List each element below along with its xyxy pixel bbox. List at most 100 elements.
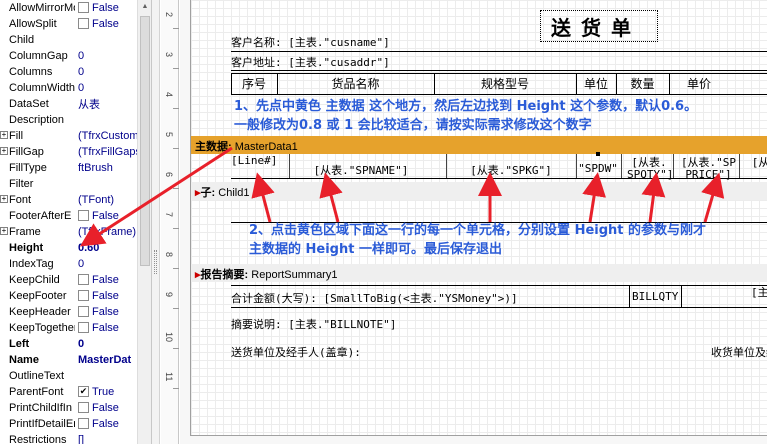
billqty-field[interactable]: BILLQTY [632,290,678,303]
property-name: AllowSplit [9,18,57,30]
property-row-left[interactable]: Left 0 [0,336,136,352]
property-value[interactable]: MasterDat [78,354,138,366]
property-row-height[interactable]: Height 0.60 [0,240,136,256]
property-row-allowsplit[interactable]: AllowSplit False [0,16,136,32]
property-row-description[interactable]: Description [0,112,136,128]
property-row-columnwidth[interactable]: ColumnWidth 0 [0,80,136,96]
property-checkbox[interactable] [78,274,89,285]
expand-icon[interactable]: + [0,195,8,203]
property-row-font[interactable]: + Font (TFont) [0,192,136,208]
master-data-band[interactable]: 主数据: MasterData1 [191,136,767,154]
design-canvas[interactable]: 送货单 客户名称: [主表."cusname"] 客户地址: [主表."cusa… [180,0,767,444]
property-checkbox[interactable] [78,290,89,301]
property-value[interactable]: (TfrxCustom [78,130,138,142]
property-row-columns[interactable]: Columns 0 [0,64,136,80]
property-value[interactable]: ftBrush [78,162,138,174]
property-value[interactable]: [] [78,434,138,444]
header-product-name[interactable]: 货品名称 [277,74,434,94]
property-value[interactable]: False [92,290,119,302]
cell-spkg[interactable]: [从表."SPKG"] [451,162,571,178]
property-row-keepchild[interactable]: KeepChild False [0,272,136,288]
scroll-up-icon[interactable]: ▲ [138,0,151,14]
panel-splitter[interactable] [152,0,160,444]
property-row-printifdetailer[interactable]: PrintIfDetailEr False [0,416,136,432]
property-checkbox[interactable] [78,306,89,317]
property-checkbox[interactable] [78,418,89,429]
customer-addr-field[interactable]: 客户地址: [主表."cusaddr"] [231,54,390,70]
property-row-printchildifin[interactable]: PrintChildIfIn False [0,400,136,416]
expand-icon[interactable]: + [0,131,8,139]
header-qty[interactable]: 数量 [616,74,669,94]
child-band[interactable]: ▸子: Child1 [191,182,767,200]
cell-spqty-bottom[interactable]: SPQTY"] [627,168,673,181]
expand-icon[interactable]: + [0,147,8,155]
cell-price-bottom[interactable]: PRICE"] [681,168,736,181]
property-value[interactable]: False [92,322,119,334]
property-value[interactable]: 0 [78,66,138,78]
property-row-footeraftere[interactable]: FooterAfterE False [0,208,136,224]
cell-spdw[interactable]: "SPDW" [578,162,618,175]
property-value[interactable]: 0 [78,258,138,270]
property-row-fillgap[interactable]: + FillGap (TfrxFillGaps [0,144,138,160]
property-checkbox[interactable] [78,2,89,13]
property-value[interactable]: (TFont) [78,194,138,206]
property-row-dataset[interactable]: DataSet 从表 [0,96,136,112]
property-row-filltype[interactable]: FillType ftBrush [0,160,136,176]
header-unit[interactable]: 单位 [576,74,616,94]
property-checkbox[interactable]: ✔ [78,386,89,397]
property-value[interactable]: False [92,210,119,222]
property-value[interactable]: 0 [78,338,138,350]
sender-field[interactable]: 送货单位及经手人(盖章): [231,344,361,360]
property-value[interactable]: False [92,18,119,30]
property-value[interactable]: 0 [78,50,138,62]
header-index[interactable]: 序号 [231,74,277,94]
property-value[interactable]: False [92,306,119,318]
cell-spname[interactable]: [从表."SPNAME"] [291,162,431,178]
property-value[interactable]: True [92,386,114,398]
report-summary-band[interactable]: ▸报告摘要: ReportSummary1 [191,264,767,282]
property-row-filter[interactable]: Filter [0,176,136,192]
property-value[interactable]: 从表 [78,96,138,112]
property-row-outlinetext[interactable]: OutlineText [0,368,136,384]
expand-icon[interactable]: + [0,227,8,235]
property-row-allowmirrormo[interactable]: AllowMirrorMo False [0,0,136,16]
property-row-keeptogether[interactable]: KeepTogether False [0,320,136,336]
property-checkbox[interactable] [78,18,89,29]
header-price[interactable]: 单价 [669,74,729,94]
property-value[interactable]: (TfrxFrame) [78,226,138,238]
cell-extra[interactable]: [从表 [741,154,767,170]
receiver-field[interactable]: 收货单位及经 [711,344,767,360]
property-value[interactable]: False [92,2,119,14]
summary-right-field[interactable]: [主表 [751,284,767,300]
property-row-child[interactable]: Child [0,32,136,48]
property-value[interactable]: 0 [78,82,138,94]
property-value[interactable]: False [92,402,119,414]
ruler-tick [173,388,179,389]
property-value[interactable]: False [92,418,119,430]
property-row-indextag[interactable]: IndexTag 0 [0,256,136,272]
total-amount-field[interactable]: 合计金额(大写): [SmallToBig(<主表."YSMoney">)] [231,290,518,306]
property-row-fill[interactable]: + Fill (TfrxCustom [0,128,138,144]
resize-handle[interactable] [596,152,600,156]
property-value[interactable]: False [92,274,119,286]
scrollbar-thumb[interactable] [140,16,150,266]
property-value[interactable]: 0.60 [78,242,138,254]
property-row-keepfooter[interactable]: KeepFooter False [0,288,136,304]
customer-name-field[interactable]: 客户名称: [主表."cusname"] [231,34,390,50]
property-checkbox[interactable] [78,210,89,221]
cell-line-no[interactable]: [Line#] [231,154,277,167]
property-value[interactable]: (TfrxFillGaps [78,146,138,158]
remark-field[interactable]: 摘要说明: [主表."BILLNOTE"] [231,316,396,332]
property-row-restrictions[interactable]: Restrictions [] [0,432,136,444]
property-row-keepheader[interactable]: KeepHeader False [0,304,136,320]
ruler-tick [173,28,179,29]
property-row-frame[interactable]: + Frame (TfrxFrame) [0,224,136,240]
report-page[interactable]: 送货单 客户名称: [主表."cusname"] 客户地址: [主表."cusa… [190,0,767,436]
property-row-name[interactable]: Name MasterDat [0,352,136,368]
header-spec[interactable]: 规格型号 [434,74,576,94]
property-checkbox[interactable] [78,402,89,413]
property-checkbox[interactable] [78,322,89,333]
property-row-parentfont[interactable]: ParentFont ✔ True [0,384,136,400]
inspector-scrollbar[interactable]: ▲ [137,0,151,444]
property-row-columngap[interactable]: ColumnGap 0 [0,48,136,64]
